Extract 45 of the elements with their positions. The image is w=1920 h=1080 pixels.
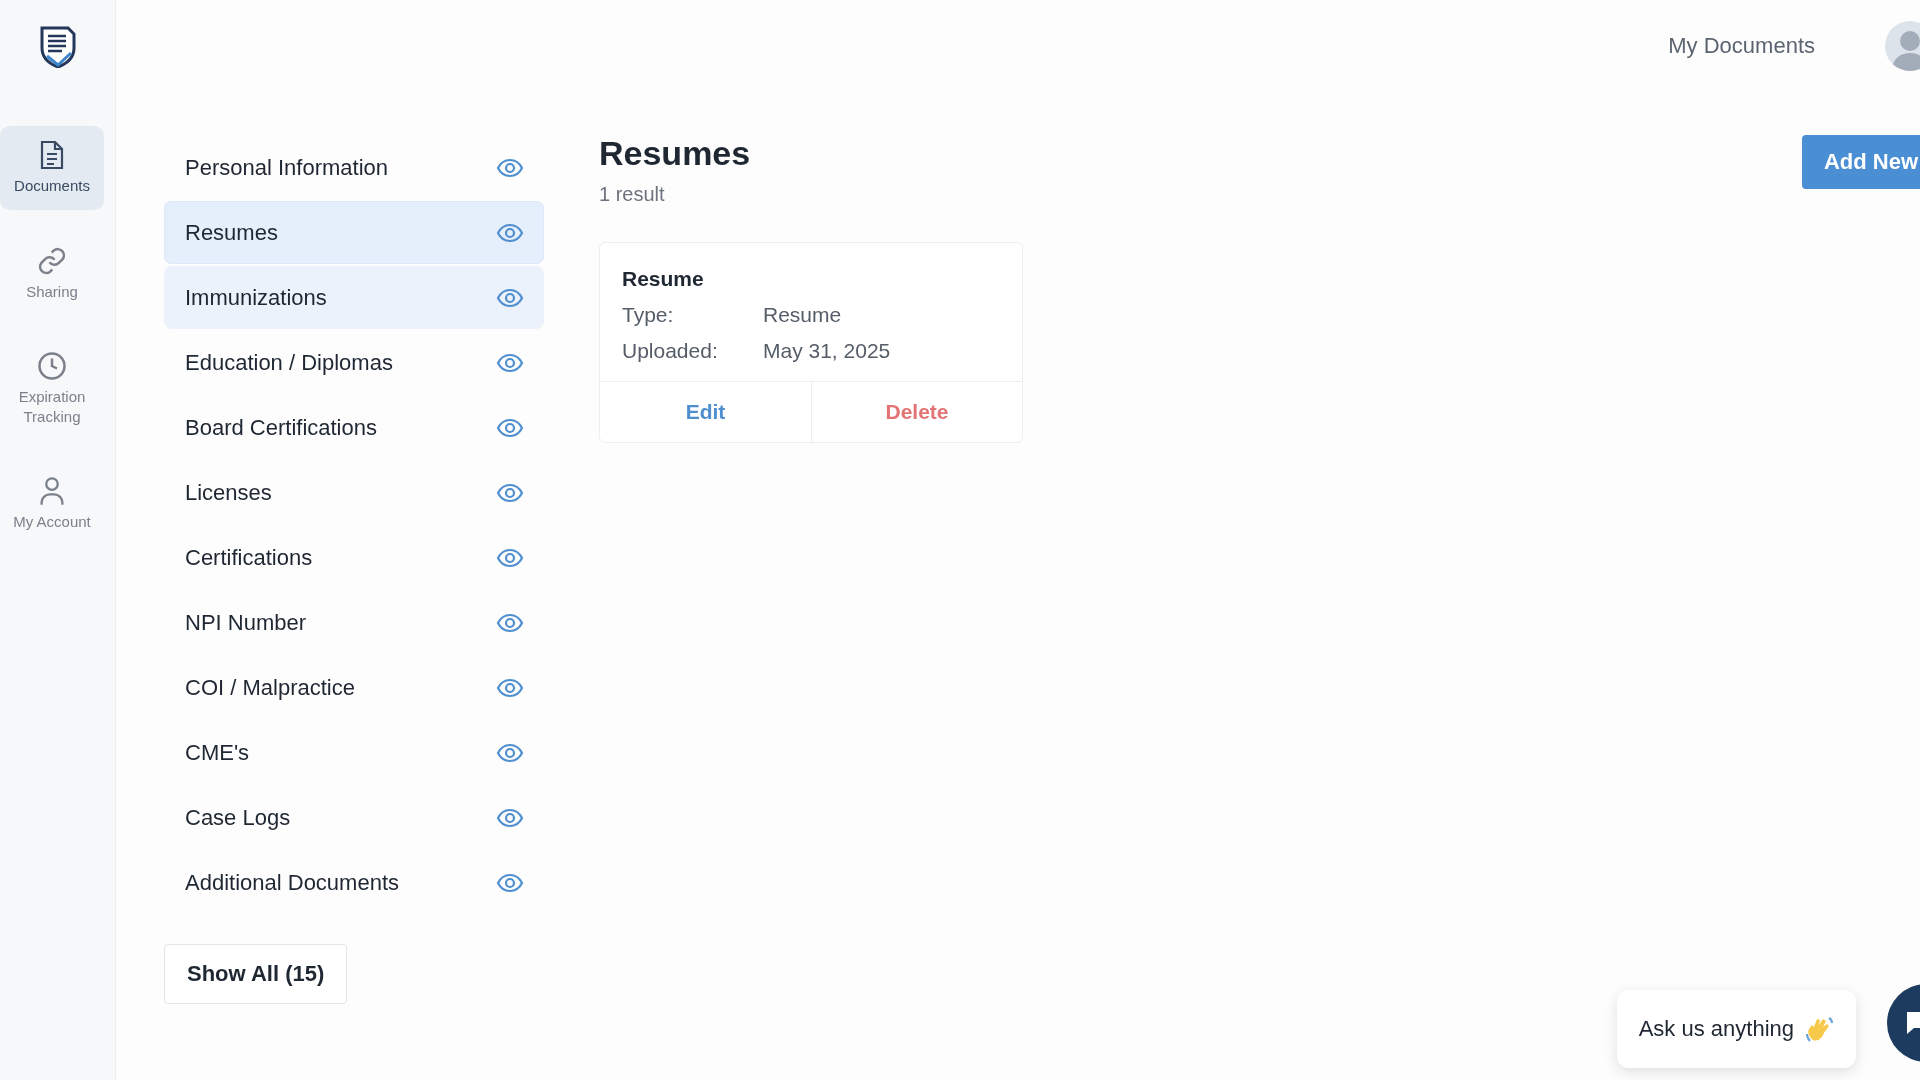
user-icon — [38, 476, 66, 506]
eye-icon[interactable] — [496, 222, 524, 243]
eye-icon[interactable] — [496, 547, 524, 568]
category-item[interactable]: Education / Diplomas — [164, 331, 544, 394]
document-icon — [39, 140, 65, 170]
category-item[interactable]: Immunizations — [164, 266, 544, 329]
category-item[interactable]: Board Certifications — [164, 396, 544, 459]
shield-document-logo[interactable] — [38, 24, 77, 68]
eye-icon[interactable] — [496, 612, 524, 633]
field-value: Resume — [763, 303, 843, 327]
category-item[interactable]: Additional Documents — [164, 851, 544, 914]
page-title: My Documents — [1668, 33, 1815, 59]
eye-icon[interactable] — [496, 157, 524, 178]
eye-icon[interactable] — [496, 482, 524, 503]
eye-icon[interactable] — [496, 287, 524, 308]
eye-icon[interactable] — [496, 352, 524, 373]
category-item[interactable]: Personal Information — [164, 136, 544, 199]
category-item[interactable]: NPI Number — [164, 591, 544, 654]
eye-icon[interactable] — [496, 807, 524, 828]
result-count: 1 result — [599, 183, 666, 206]
show-all-button[interactable]: Show All (15) — [164, 944, 348, 1004]
avatar-icon[interactable] — [1885, 21, 1920, 71]
link-icon — [37, 245, 67, 276]
category-item[interactable]: Case Logs — [164, 786, 544, 849]
eye-icon[interactable] — [496, 872, 524, 893]
eye-icon[interactable] — [496, 677, 524, 698]
field-label: Type: — [622, 303, 675, 327]
section-title: Resumes — [599, 134, 751, 173]
chat-prompt[interactable]: Ask us anything — [1616, 990, 1856, 1068]
nav-item[interactable]: Documents — [0, 126, 104, 210]
nav-item[interactable]: Sharing — [0, 231, 104, 315]
clock-icon — [37, 351, 67, 381]
nav-item[interactable]: Expiration Tracking — [0, 337, 104, 440]
waving-hand-icon — [1804, 1014, 1834, 1044]
category-item[interactable]: Resumes — [164, 201, 544, 264]
document-title: Resume — [622, 267, 705, 291]
field-label: Uploaded: — [622, 339, 719, 363]
field-value: May 31, 2025 — [763, 339, 892, 363]
category-item[interactable]: CME's — [164, 721, 544, 784]
eye-icon[interactable] — [496, 742, 524, 763]
eye-icon[interactable] — [496, 417, 524, 438]
category-item[interactable]: Certifications — [164, 526, 544, 589]
category-item[interactable]: Licenses — [164, 461, 544, 524]
category-item[interactable]: COI / Malpractice — [164, 656, 544, 719]
nav-item[interactable]: My Account — [0, 462, 104, 546]
